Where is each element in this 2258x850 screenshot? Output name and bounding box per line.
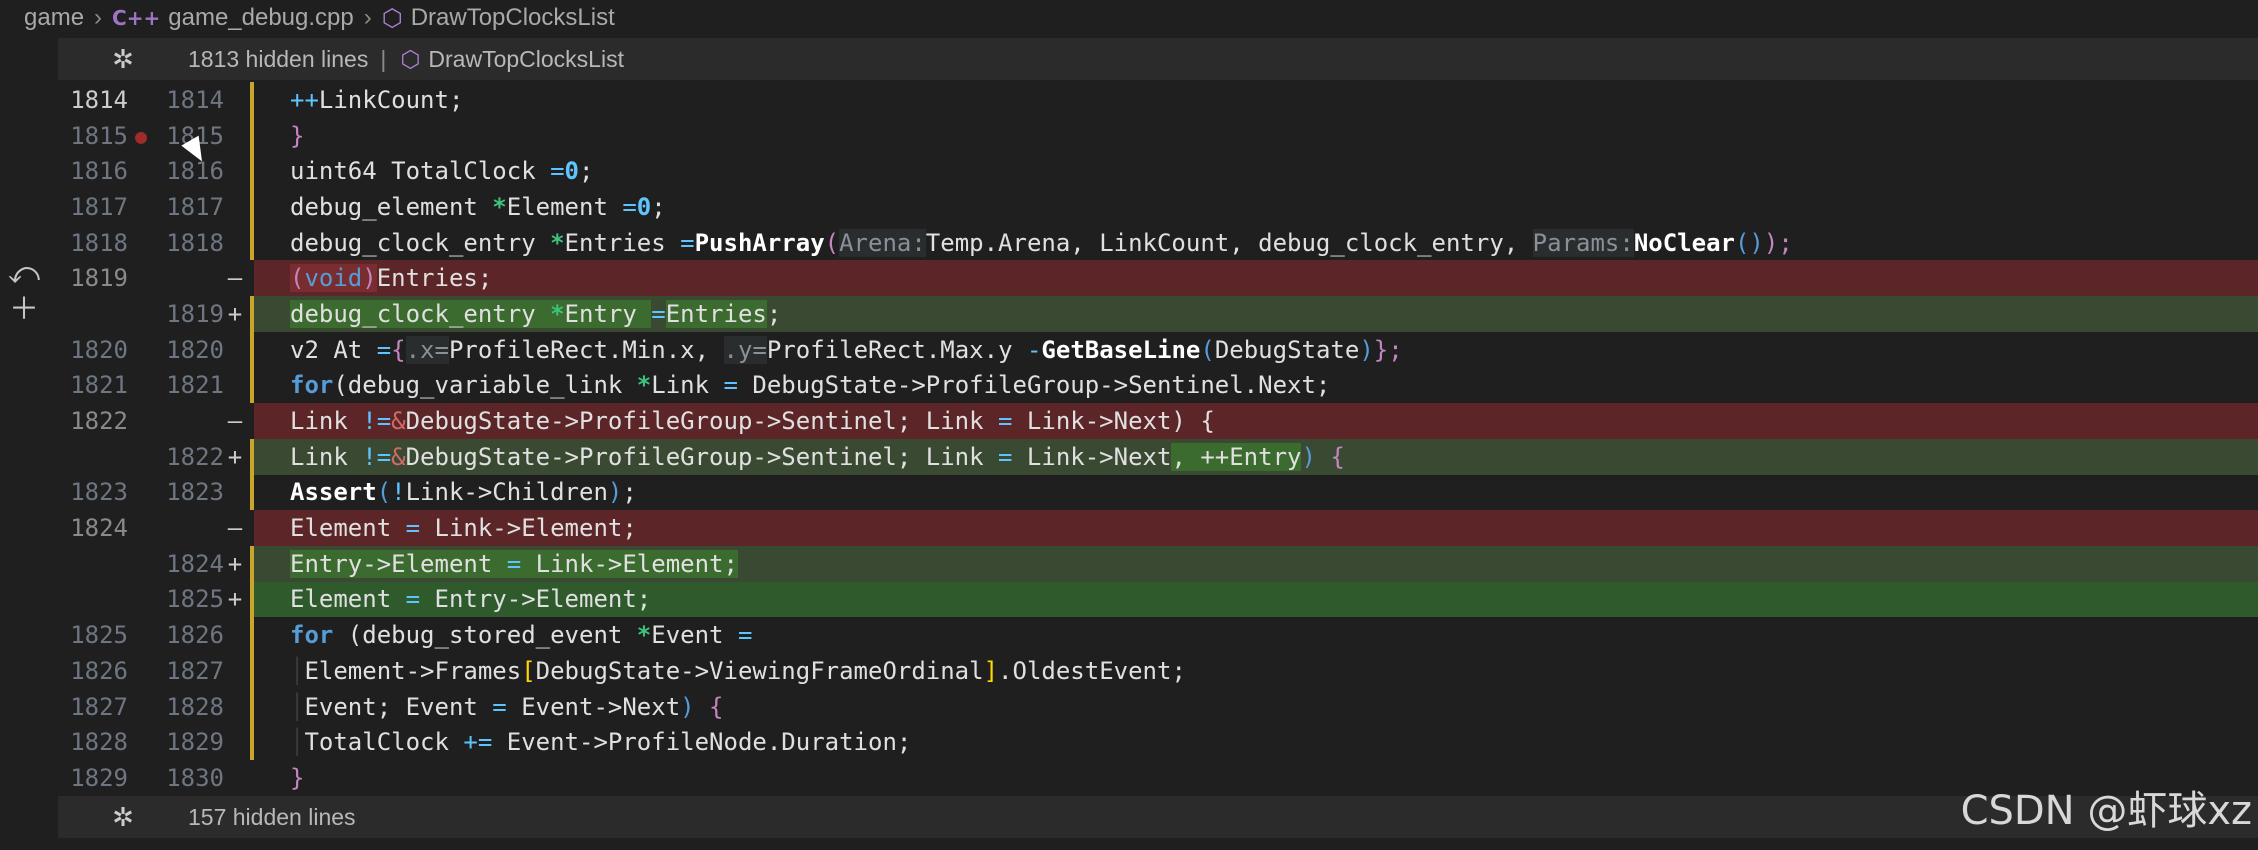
new-line-number: 1826 [166,621,224,650]
chevron-right-icon: › [94,4,103,31]
old-line-number: 1815 [70,121,128,150]
hidden-lines-label: 1813 hidden lines [188,45,369,72]
code-line[interactable]: 1815 ● 1815 } [58,117,2258,154]
old-line-number: 1824 [70,514,128,543]
inlay-hint: .x= [405,335,449,364]
added-marker: + [227,299,243,328]
old-line-number: 1827 [70,692,128,721]
code-line-added[interactable]: 1822 + Link != & DebugState->ProfileGroup… [58,438,2258,475]
hidden-lines-fold-bottom[interactable]: ✲ 157 hidden lines [58,796,2258,838]
breakpoint-icon[interactable]: ● [128,124,154,148]
new-line-number: 1823 [166,478,224,507]
new-line-number: 1818 [166,228,224,257]
old-line-number: 1823 [70,478,128,507]
old-line-number: 1825 [70,621,128,650]
code-line[interactable]: 1828 1829 │ TotalClock += Event->Profile… [58,724,2258,761]
added-marker: + [227,585,243,614]
diff-editor[interactable]: 1814 1814 ++ LinkCount; 1815 ● 1815 } 181… [58,82,2258,796]
new-line-number: 1820 [166,335,224,364]
code-line[interactable]: 1816 1816 uint64 TotalClock = 0; [58,153,2258,190]
code-line-added[interactable]: 1824 + Entry->Element = Link->Element; [58,545,2258,582]
fold-symbol[interactable]: DrawTopClocksList [428,46,624,73]
new-line-number: 1830 [166,763,224,792]
watermark: CSDN @虾球xz [1960,788,2252,834]
breadcrumb-folder[interactable]: game [24,4,84,32]
old-line-number: 1818 [70,228,128,257]
code-line[interactable]: 1826 1827 │ Element->Frames[DebugState->… [58,653,2258,689]
removed-marker: — [227,407,243,436]
revert-icon[interactable]: ⤺ [0,256,48,292]
code-line-removed[interactable]: 1824 — Element = Link->Element; [58,510,2258,546]
fold-separator: | [380,45,387,72]
code-line[interactable]: 1829 1830 } [58,760,2258,796]
inlay-hint: Params: [1532,228,1634,257]
inlay-hint: .y= [723,335,767,364]
old-line-number: 1817 [70,192,128,221]
code-line-removed[interactable]: 1819 — (void) Entries; [58,260,2258,297]
new-line-number: 1816 [166,157,224,186]
breadcrumb-file[interactable]: game_debug.cpp [168,4,353,32]
old-line-number: 1814 [70,85,128,114]
code-line[interactable]: 1814 1814 ++ LinkCount; [58,82,2258,118]
new-line-number: 1817 [166,192,224,221]
code-line[interactable]: 1820 1820 v2 At = {.x= ProfileRect.Min.x,… [58,331,2258,368]
code-line[interactable]: 1827 1828 │ Event; Event = Event->Next) … [58,688,2258,725]
expand-lines-icon[interactable]: ✲ [58,44,188,75]
old-line-number: 1816 [70,157,128,186]
old-line-number: 1821 [70,371,128,400]
code-line[interactable]: 1818 1818 debug_clock_entry * Entries = P… [58,224,2258,261]
code-line[interactable]: 1821 1821 for (debug_variable_link * Link… [58,367,2258,404]
new-line-number: 1825 [166,585,224,614]
new-line-number: 1814 [166,85,224,114]
chevron-right-icon: › [363,4,372,31]
hidden-lines-label: 157 hidden lines [188,803,356,830]
expand-lines-icon[interactable]: ✲ [58,802,188,833]
code-line-added[interactable]: 1819 + debug_clock_entry *Entry = Entrie… [58,296,2258,332]
cpp-file-icon: C++ [112,6,161,30]
removed-marker: — [227,514,243,543]
cube-symbol-icon: ⬡ [400,45,421,72]
new-line-number: 1819 [166,299,224,328]
gutter-actions: ⤺ ＋ [0,256,48,328]
old-line-number: 1822 [70,407,128,436]
inlay-hint: Arena: [839,228,926,257]
breadcrumb-symbol[interactable]: DrawTopClocksList [411,4,615,32]
removed-marker: — [227,264,243,293]
old-line-number: 1826 [70,656,128,685]
stage-icon[interactable]: ＋ [0,292,48,328]
new-line-number: 1828 [166,692,224,721]
breadcrumb: game › C++ game_debug.cpp › ⬡ DrawTopClo… [0,0,2258,36]
added-marker: + [227,442,243,471]
code-line-added[interactable]: 1825 + Element = Entry->Element; [58,581,2258,618]
hidden-lines-fold-top[interactable]: ✲ 1813 hidden lines | ⬡ DrawTopClocksLis… [58,38,2258,80]
old-line-number: 1819 [70,264,128,293]
code-line-removed[interactable]: 1822 — Link != & DebugState->ProfileGroup… [58,403,2258,439]
new-line-number: 1822 [166,442,224,471]
new-line-number: 1829 [166,728,224,757]
code-line[interactable]: 1817 1817 debug_element * Element = 0; [58,189,2258,225]
cube-symbol-icon: ⬡ [381,4,403,32]
old-line-number: 1829 [70,763,128,792]
old-line-number: 1828 [70,728,128,757]
added-marker: + [227,549,243,578]
code-line[interactable]: 1825 1826 for (debug_stored_event * Event… [58,617,2258,653]
new-line-number: 1821 [166,371,224,400]
code-line[interactable]: 1823 1823 Assert(! Link->Children); [58,474,2258,511]
new-line-number: 1824 [166,549,224,578]
old-line-number: 1820 [70,335,128,364]
new-line-number: 1827 [166,656,224,685]
